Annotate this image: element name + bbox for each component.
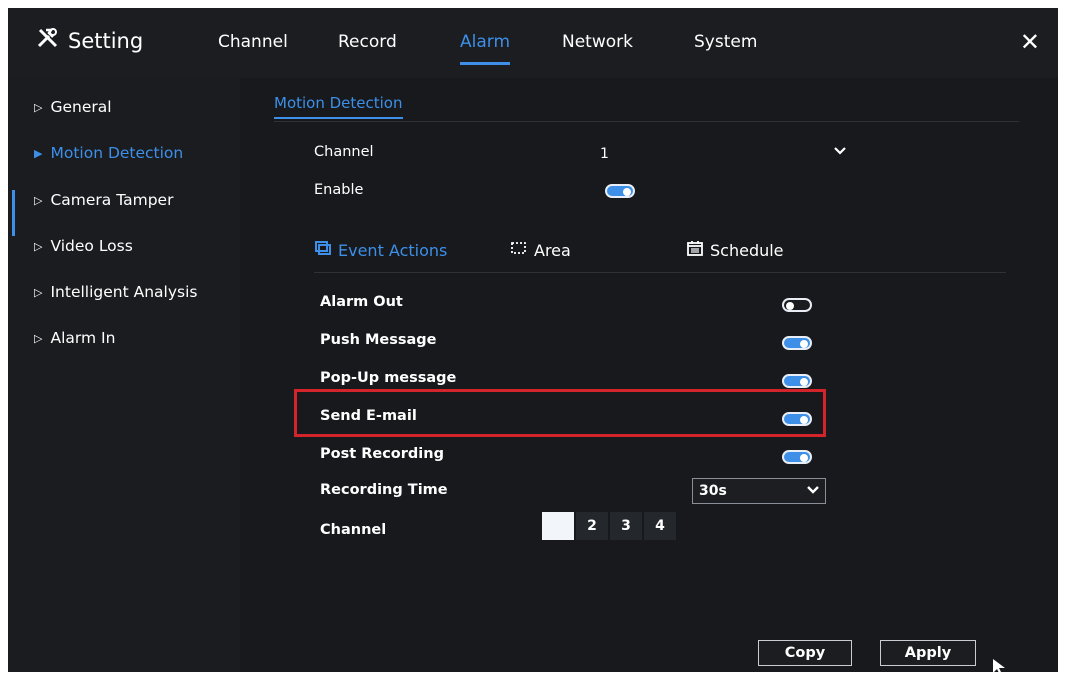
event-actions-icon — [314, 240, 332, 260]
sidebar-item-label: Camera Tamper — [50, 191, 174, 209]
sidebar-item-label: Alarm In — [50, 329, 116, 347]
page-title: Setting — [68, 28, 144, 53]
channel-box-1[interactable] — [542, 512, 574, 540]
enable-toggle[interactable] — [605, 184, 635, 198]
tab-alarm[interactable]: Alarm — [460, 32, 511, 65]
push-message-toggle[interactable] — [782, 336, 812, 350]
toggle-knob — [623, 187, 631, 196]
toggle-knob — [800, 377, 808, 386]
divider — [314, 272, 1006, 273]
triangle-outline-icon: ▷ — [34, 193, 43, 207]
tab-network[interactable]: Network — [562, 32, 633, 52]
recording-time-value: 30s — [699, 483, 727, 499]
toggle-knob — [786, 301, 794, 310]
dvr-screen: Setting Channel Record Alarm Network Sys… — [8, 8, 1058, 672]
tab-area[interactable]: Area — [510, 240, 571, 260]
subtab-underline — [274, 117, 403, 119]
channel-label: Channel — [314, 144, 374, 160]
calendar-icon — [686, 240, 704, 260]
chevron-down-icon — [807, 483, 819, 499]
sidebar-item-label: Video Loss — [50, 237, 133, 255]
popup-message-toggle[interactable] — [782, 374, 812, 388]
sidebar-item-alarm-in[interactable]: ▷ Alarm In — [34, 329, 115, 347]
area-icon — [510, 240, 528, 260]
toggle-knob — [800, 339, 808, 348]
tools-icon — [36, 26, 60, 55]
tab-alarm-label: Alarm — [460, 32, 511, 52]
popup-message-label: Pop-Up message — [320, 370, 457, 386]
channel-box-3[interactable]: 3 — [610, 512, 642, 540]
sidebar-active-indicator — [12, 190, 15, 236]
subtab-label: Motion Detection — [274, 94, 403, 112]
push-message-label: Push Message — [320, 332, 437, 348]
event-tab-label: Event Actions — [338, 240, 448, 260]
divider — [274, 121, 1019, 122]
triangle-outline-icon: ▷ — [34, 100, 43, 114]
event-tab-label: Area — [534, 240, 571, 260]
post-recording-toggle[interactable] — [782, 450, 812, 464]
triangle-filled-icon: ▶ — [34, 146, 43, 160]
tab-alarm-underline — [460, 62, 511, 65]
triangle-outline-icon: ▷ — [34, 285, 43, 299]
sidebar-item-general[interactable]: ▷ General — [34, 98, 112, 116]
event-tab-label: Schedule — [710, 240, 784, 260]
tab-channel[interactable]: Channel — [218, 32, 288, 52]
apply-button[interactable]: Apply — [880, 640, 976, 666]
sidebar-item-intelligent-analysis[interactable]: ▷ Intelligent Analysis — [34, 283, 197, 301]
highlight-box — [294, 389, 826, 437]
channel-select-value[interactable]: 1 — [600, 146, 609, 162]
sidebar-item-motion-detection[interactable]: ▶ Motion Detection — [34, 144, 183, 162]
tab-event-actions[interactable]: Event Actions — [314, 240, 447, 260]
mouse-cursor-icon — [992, 658, 1006, 672]
copy-button[interactable]: Copy — [758, 640, 852, 666]
sidebar-item-camera-tamper[interactable]: ▷ Camera Tamper — [34, 191, 173, 209]
channel-box-4[interactable]: 4 — [644, 512, 676, 540]
subtab-motion-detection[interactable]: Motion Detection — [274, 94, 403, 119]
tab-record[interactable]: Record — [338, 32, 397, 52]
channels-label: Channel — [320, 522, 387, 538]
toggle-knob — [800, 453, 808, 462]
settings-title: Setting — [36, 26, 143, 55]
enable-label: Enable — [314, 182, 364, 198]
tab-schedule[interactable]: Schedule — [686, 240, 784, 260]
sidebar-item-label: Intelligent Analysis — [50, 283, 198, 301]
chevron-down-icon[interactable] — [834, 144, 846, 160]
close-icon[interactable]: ✕ — [1020, 28, 1040, 56]
sidebar-item-label: Motion Detection — [50, 144, 184, 162]
alarm-out-toggle[interactable] — [782, 298, 812, 312]
triangle-outline-icon: ▷ — [34, 331, 43, 345]
sidebar: ▷ General ▶ Motion Detection ▷ Camera Ta… — [8, 78, 240, 672]
main-content: Motion Detection Channel 1 Enable Event … — [240, 78, 1058, 672]
alarm-out-label: Alarm Out — [320, 294, 403, 310]
sidebar-item-video-loss[interactable]: ▷ Video Loss — [34, 237, 133, 255]
top-bar: Setting Channel Record Alarm Network Sys… — [8, 8, 1058, 78]
recording-time-select[interactable]: 30s — [692, 478, 826, 504]
sidebar-item-label: General — [50, 98, 112, 116]
tab-system[interactable]: System — [694, 32, 757, 52]
post-recording-label: Post Recording — [320, 446, 444, 462]
triangle-outline-icon: ▷ — [34, 239, 43, 253]
recording-time-label: Recording Time — [320, 482, 448, 498]
channel-box-2[interactable]: 2 — [576, 512, 608, 540]
